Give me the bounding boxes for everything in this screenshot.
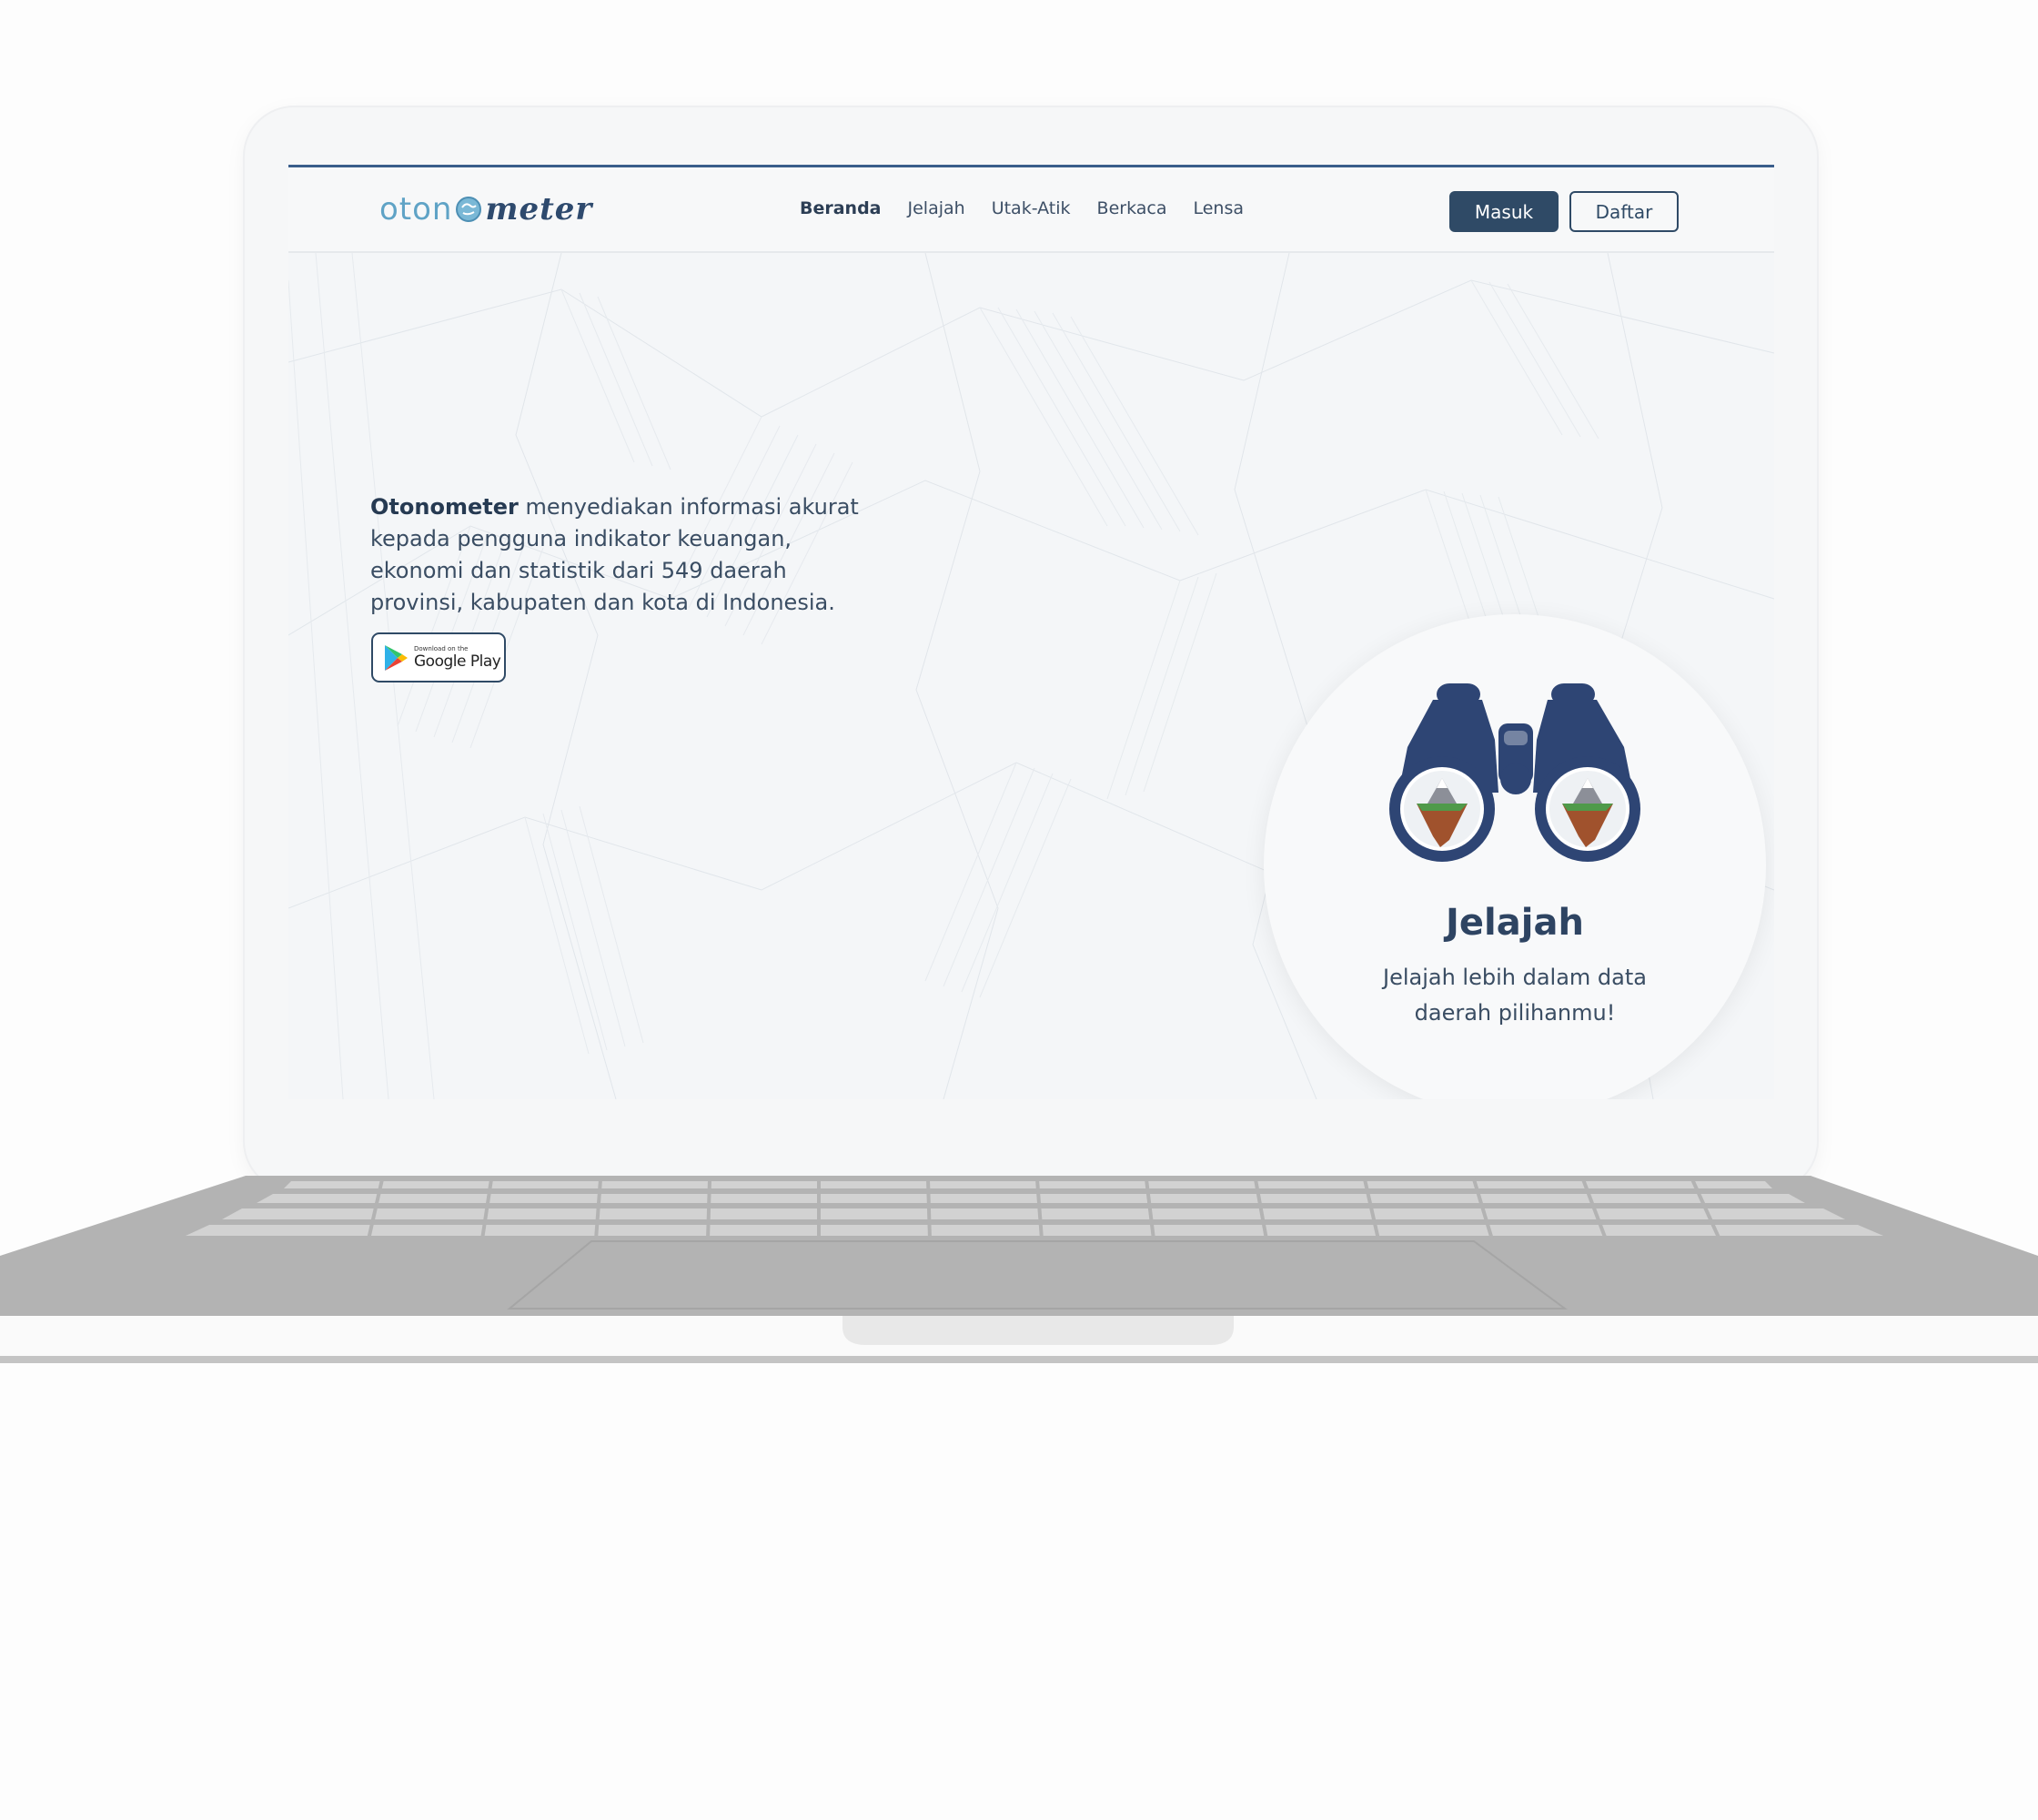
- google-play-small-text: Download on the: [414, 644, 469, 652]
- feature-title: Jelajah: [1446, 902, 1584, 944]
- hero-brand-name: Otonometer: [370, 494, 519, 520]
- google-play-big-text: Google Play: [414, 652, 501, 671]
- hero-description: Otonometer menyediakan informasi akurat …: [370, 491, 880, 619]
- nav-item-lensa[interactable]: Lensa: [1193, 198, 1244, 218]
- nav-item-utak-atik[interactable]: Utak-Atik: [992, 198, 1071, 218]
- feature-card-jelajah[interactable]: Jelajah Jelajah lebih dalam data daerah …: [1264, 614, 1766, 1099]
- main-nav-menu: Beranda Jelajah Utak-Atik Berkaca Lensa: [800, 198, 1244, 218]
- nav-item-berkaca[interactable]: Berkaca: [1097, 198, 1167, 218]
- logo-globe-icon: [456, 197, 482, 222]
- binoculars-icon: [1389, 683, 1640, 862]
- page-stage: oton meter Beranda Jelajah Utak-Atik Ber…: [0, 0, 2038, 1820]
- login-button[interactable]: Masuk: [1449, 191, 1559, 232]
- laptop-keyboard-base: [0, 1176, 2038, 1363]
- google-play-badge[interactable]: Download on the Google Play: [371, 632, 506, 682]
- google-play-icon: [385, 644, 408, 671]
- laptop-screen: oton meter Beranda Jelajah Utak-Atik Ber…: [288, 165, 1774, 1099]
- nav-item-jelajah[interactable]: Jelajah: [908, 198, 965, 218]
- otonometer-logo[interactable]: oton meter: [379, 189, 592, 229]
- nav-item-beranda[interactable]: Beranda: [800, 198, 882, 218]
- navbar: oton meter Beranda Jelajah Utak-Atik Ber…: [288, 167, 1774, 253]
- google-play-text: Download on the Google Play: [414, 644, 501, 671]
- register-button[interactable]: Daftar: [1569, 191, 1679, 232]
- logo-text-light: oton: [379, 191, 453, 228]
- logo-text-dark: meter: [485, 191, 593, 228]
- feature-description: Jelajah lebih dalam data daerah pilihanm…: [1383, 965, 1647, 1026]
- hero-section: Otonometer menyediakan informasi akurat …: [288, 253, 1774, 1099]
